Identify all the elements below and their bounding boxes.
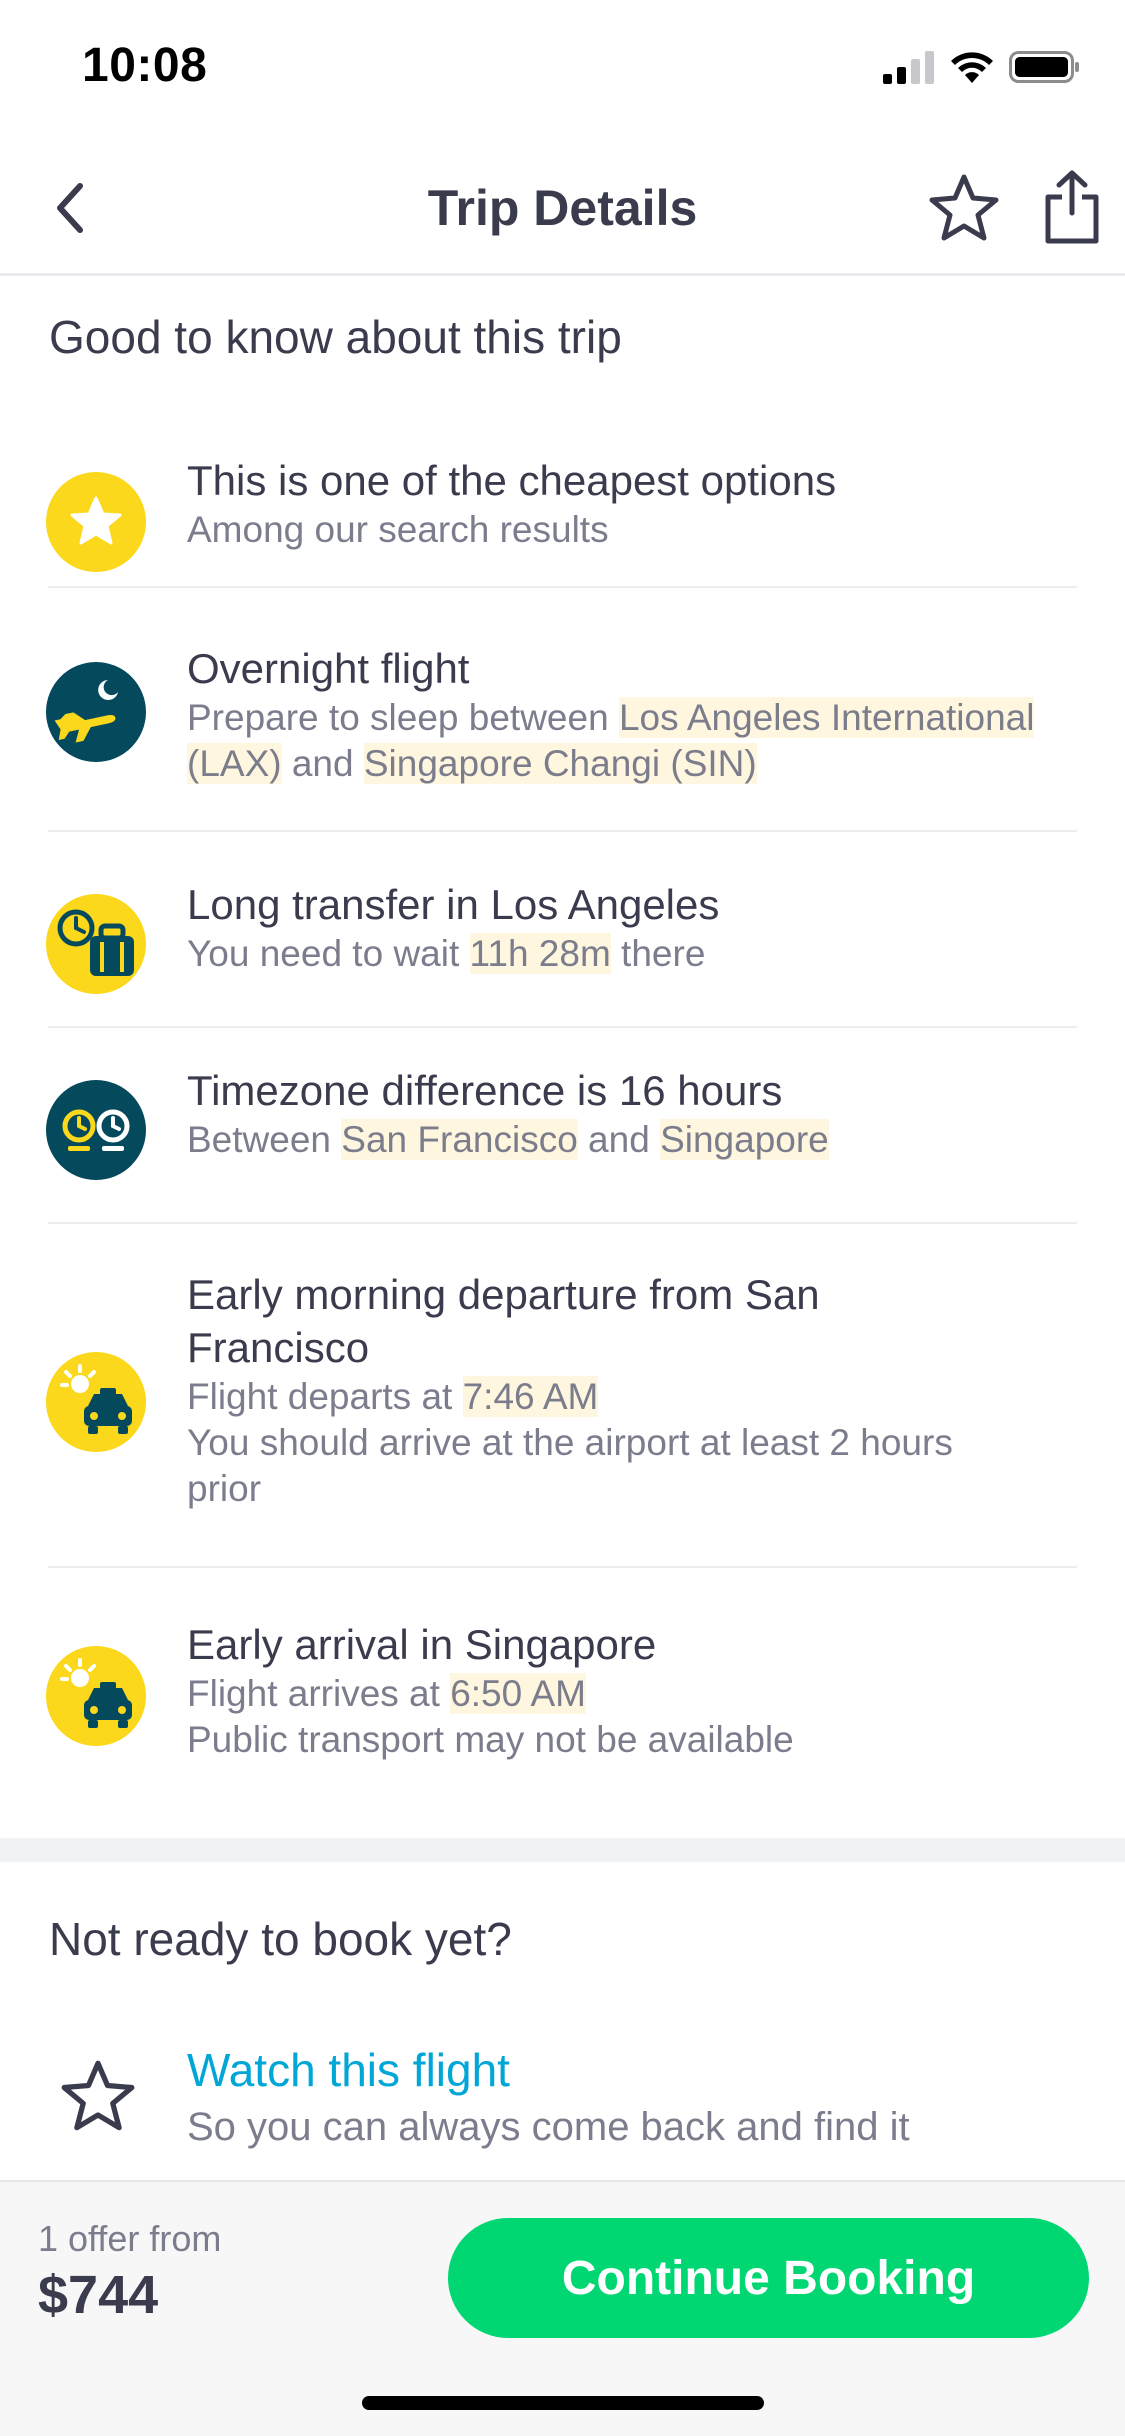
subtitle-text: Between <box>187 1119 342 1160</box>
watch-flight-link[interactable]: Watch this flight <box>187 2040 510 2100</box>
highlight-text: San Francisco <box>341 1119 578 1160</box>
star-outline-icon <box>61 2060 135 2131</box>
timezone-clocks-icon <box>46 1080 146 1180</box>
star-badge-icon <box>46 472 146 572</box>
subtitle-text: and <box>281 743 364 784</box>
item-subtitle: Among our search results <box>187 509 609 550</box>
divider <box>48 586 1077 588</box>
item-subtitle-line2: You should arrive at the airport at leas… <box>187 1422 953 1509</box>
item-title: Overnight flight <box>187 645 470 692</box>
item-title: Timezone difference is 16 hours <box>187 1067 783 1114</box>
early-taxi-icon <box>46 1646 146 1746</box>
subtitle-text: and <box>577 1119 661 1160</box>
item-subtitle: Flight arrives at 6:50 AM <box>187 1671 1077 1717</box>
divider <box>48 1566 1077 1568</box>
item-subtitle: Between San Francisco and Singapore <box>187 1117 1077 1163</box>
item-title: Early morning departure from San Francis… <box>187 1271 820 1371</box>
item-subtitle: Prepare to sleep between Los Angeles Int… <box>187 695 1077 787</box>
battery-icon <box>1009 51 1079 83</box>
highlight-text: 11h 28m <box>469 933 611 974</box>
watch-flight-row[interactable]: Watch this flight So you can always come… <box>0 2040 1125 2170</box>
watch-flight-subtitle: So you can always come back and find it <box>187 2105 910 2149</box>
status-bar: 10:08 <box>0 0 1125 140</box>
subtitle-text: Prepare to sleep between <box>187 697 619 738</box>
item-subtitle-line2: Public transport may not be available <box>187 1719 794 1760</box>
divider <box>48 1026 1077 1028</box>
continue-booking-button[interactable]: Continue Booking <box>448 2218 1089 2338</box>
subtitle-text: You need to wait <box>187 933 470 974</box>
section-separator <box>0 1838 1125 1862</box>
share-icon <box>1045 170 1099 244</box>
item-title: This is one of the cheapest options <box>187 457 837 504</box>
favorite-button[interactable] <box>922 166 1006 250</box>
highlight-text: Singapore <box>660 1119 829 1160</box>
highlight-text: 6:50 AM <box>450 1673 586 1714</box>
highlight-text: 7:46 AM <box>462 1376 599 1417</box>
overnight-plane-icon <box>46 662 146 762</box>
item-subtitle: Flight departs at 7:46 AM <box>187 1374 1077 1420</box>
subtitle-text: Flight arrives at <box>187 1673 451 1714</box>
status-icons <box>883 50 1081 84</box>
star-outline-icon <box>929 174 999 241</box>
wifi-icon <box>951 52 993 83</box>
divider <box>48 1222 1077 1224</box>
nav-header: Trip Details <box>0 140 1125 276</box>
item-title: Long transfer in Los Angeles <box>187 881 720 928</box>
status-time: 10:08 <box>82 39 208 92</box>
cellular-signal-icon <box>883 51 934 84</box>
subtitle-text: Flight departs at <box>187 1376 463 1417</box>
offer-price: $744 <box>38 2265 159 2325</box>
transfer-luggage-icon <box>46 894 146 994</box>
not-ready-heading: Not ready to book yet? <box>49 1913 512 1965</box>
early-taxi-icon <box>46 1352 146 1452</box>
highlight-text: Singapore Changi (SIN) <box>363 743 757 784</box>
item-subtitle: You need to wait 11h 28m there <box>187 931 1077 977</box>
offer-label: 1 offer from <box>38 2218 222 2259</box>
subtitle-text: there <box>610 933 706 974</box>
home-indicator <box>362 2396 764 2410</box>
divider <box>48 830 1077 832</box>
item-title: Early arrival in Singapore <box>187 1621 657 1668</box>
share-button[interactable] <box>1030 162 1114 252</box>
good-to-know-heading: Good to know about this trip <box>49 311 622 363</box>
